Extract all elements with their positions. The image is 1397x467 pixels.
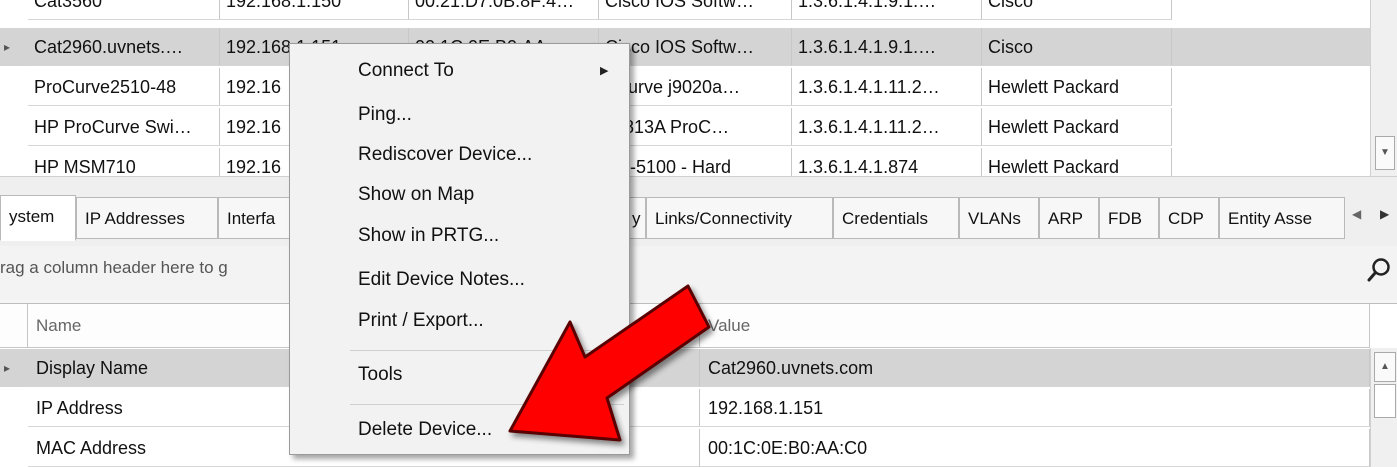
property-value-cell: 00:1C:0E:B0:AA:C0 [700,429,1370,467]
menu-item-print-export[interactable]: Print / Export... [290,301,629,341]
device-name-cell: Cat2960.uvnets.… [28,28,220,66]
tab-ip-addresses[interactable]: IP Addresses [76,197,218,239]
vendor-cell: Cisco [982,28,1172,66]
tab-arp[interactable]: ARP [1039,197,1099,239]
row-header-corner [0,304,28,348]
device-name-cell: Cat3560 [28,0,220,20]
tab-fdb[interactable]: FDB [1099,197,1159,239]
menu-item-show-in-prtg[interactable]: Show in PRTG... [290,216,629,256]
device-context-menu: Connect To ▶ Ping... Rediscover Device..… [289,43,630,455]
tab-vlans[interactable]: VLANs [959,197,1039,239]
device-grid: Cat3560 192.168.1.150 00:21:D7:0B:8F:4… … [0,0,1397,176]
vendor-cell: Hewlett Packard [982,148,1172,176]
oid-cell: 1.3.6.1.4.1.11.2… [792,108,982,146]
mac-cell: 00:21:D7:0B:8F:4… [409,0,599,20]
menu-item-rediscover-device[interactable]: Rediscover Device... [290,135,629,175]
device-grid-scrollbar[interactable]: ▼ [1370,0,1397,176]
vendor-cell: Cisco [982,0,1172,20]
menu-item-show-on-map[interactable]: Show on Map [290,175,629,215]
properties-grid: Name Value ▸ Display Name Cat2960.uvnets… [0,303,1397,467]
tab-entity-assets[interactable]: Entity Asse [1219,197,1345,239]
row-indicator-icon: ▸ [4,361,11,375]
ip-cell: 192.168.1.150 [220,0,409,20]
column-header-value[interactable]: Value [700,304,1370,348]
menu-separator [350,404,624,405]
device-name-cell: HP ProCurve Swi… [28,108,220,146]
menu-item-label: Print / Export... [358,310,484,331]
tab-scroll-right-icon[interactable]: ▶ [1380,207,1389,221]
description-cell: Cisco IOS Softw… [599,0,792,20]
menu-item-label: Connect To [358,60,454,81]
tab-links-connectivity[interactable]: Links/Connectivity [646,197,833,239]
scroll-up-icon[interactable]: ▲ [1374,352,1396,382]
property-value-cell: 192.168.1.151 [700,389,1370,427]
menu-item-label: Show on Map [358,184,475,205]
menu-item-label: Ping... [358,104,412,125]
table-row[interactable]: HP ProCurve Swi… 192.16 J4813A ProC… 1.3… [0,108,1370,146]
scroll-down-icon[interactable]: ▼ [1375,136,1395,170]
vendor-cell: Hewlett Packard [982,108,1172,146]
menu-item-label: Delete Device... [358,419,493,440]
row-indicator-icon: ▸ [4,40,11,54]
table-row[interactable]: Cat3560 192.168.1.150 00:21:D7:0B:8F:4… … [0,0,1370,20]
menu-item-tools[interactable]: Tools [290,355,629,395]
oid-cell: 1.3.6.1.4.1.9.1.… [792,0,982,20]
menu-item-label: Tools [358,364,403,385]
tab-system[interactable]: ystem [0,195,76,241]
menu-item-label: Show in PRTG... [358,225,500,246]
table-row[interactable]: ▸ Display Name Cat2960.uvnets.com [0,349,1370,387]
tab-scroll-left-icon[interactable]: ◀ [1352,207,1361,221]
menu-item-label: Rediscover Device... [358,144,533,165]
table-row[interactable]: ProCurve2510-48 192.16 oCurve j9020a… 1.… [0,68,1370,106]
vendor-cell: Hewlett Packard [982,68,1172,106]
menu-item-edit-device-notes[interactable]: Edit Device Notes... [290,260,629,300]
menu-item-label: Edit Device Notes... [358,269,525,290]
device-name-cell: HP MSM710 [28,148,220,176]
table-row[interactable]: IP Address 192.168.1.151 [0,389,1370,427]
tab-credentials[interactable]: Credentials [833,197,959,239]
menu-item-ping[interactable]: Ping... [290,95,629,135]
menu-item-delete-device[interactable]: Delete Device... [290,410,629,450]
device-name-cell: ProCurve2510-48 [28,68,220,106]
oid-cell: 1.3.6.1.4.1.11.2… [792,68,982,106]
table-row[interactable]: HP MSM710 192.16 SC-5100 - Hard 1.3.6.1.… [0,148,1370,176]
menu-separator [350,350,624,351]
oid-cell: 1.3.6.1.4.1.9.1.… [792,28,982,66]
properties-scrollbar[interactable]: ▲ [1370,348,1397,467]
tab-interfaces[interactable]: Interfa [218,197,298,239]
scrollbar-thumb[interactable] [1374,384,1396,418]
property-value-cell: Cat2960.uvnets.com [700,349,1370,387]
menu-item-connect-to[interactable]: Connect To ▶ [290,51,629,91]
group-by-hint: rag a column header here to g [0,258,228,277]
oid-cell: 1.3.6.1.4.1.874 [792,148,982,176]
table-row[interactable]: MAC Address 00:1C:0E:B0:AA:C0 [0,429,1370,467]
search-icon[interactable] [1366,256,1394,284]
group-by-bar[interactable]: rag a column header here to g [0,246,1397,300]
tab-cdp[interactable]: CDP [1159,197,1219,239]
submenu-arrow-icon: ▶ [600,65,609,77]
table-row[interactable]: ▸ Cat2960.uvnets.… 192.168.1.151 00:1C:0… [0,28,1370,66]
tab-hidden[interactable]: y [628,197,646,239]
